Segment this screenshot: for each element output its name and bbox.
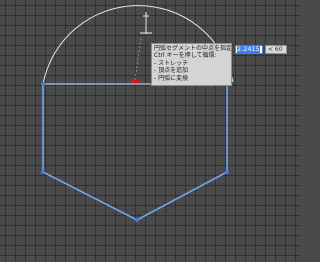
- midpoint-grip-marker[interactable]: [131, 80, 140, 83]
- vertex-grip[interactable]: [225, 170, 229, 174]
- dynamic-input-angle-field[interactable]: 2.2415: [235, 45, 263, 54]
- tooltip-line: - 頂点を追加: [154, 67, 189, 75]
- drawing-canvas[interactable]: [0, 0, 300, 262]
- vertex-grip[interactable]: [41, 170, 45, 174]
- crosshair-cursor-icon: [140, 12, 152, 34]
- vertex-grip[interactable]: [135, 218, 139, 222]
- drawing-viewport[interactable]: 円弧セグメントの中点を指定: Ctrl キーを押して循環: - ストレッチ - …: [0, 0, 300, 262]
- tooltip-line: - 円弧に変換: [154, 74, 189, 82]
- secondary-value-text: < 60: [268, 46, 283, 53]
- dynamic-input-secondary-field[interactable]: < 60: [265, 45, 287, 54]
- angle-value-text: 2.2415: [237, 45, 260, 53]
- tooltip-line: Ctrl キーを押して循環:: [154, 52, 217, 60]
- polyline-edges[interactable]: [42, 84, 228, 221]
- rubber-band-line: [134, 37, 142, 81]
- command-prompt-tooltip: 円弧セグメントの中点を指定: Ctrl キーを押して循環: - ストレッチ - …: [151, 43, 232, 86]
- vertex-grip[interactable]: [41, 82, 45, 86]
